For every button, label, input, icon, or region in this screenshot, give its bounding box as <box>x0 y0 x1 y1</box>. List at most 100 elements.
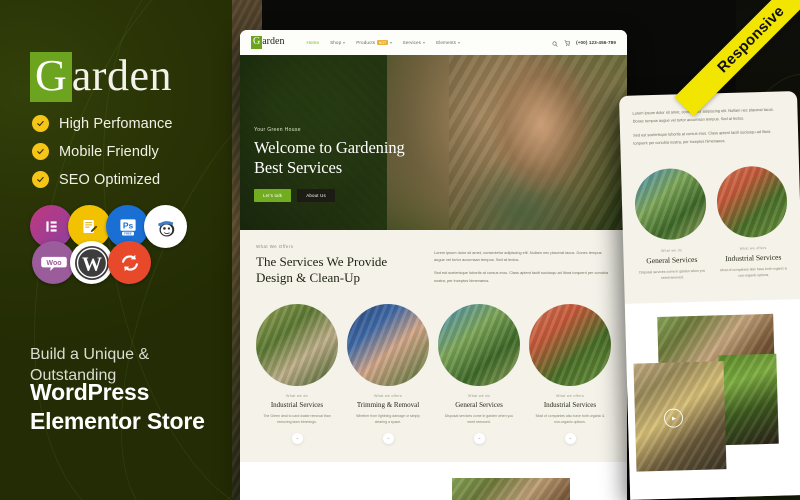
service-card[interactable]: What we offers Trimming & Removal Whethe… <box>347 303 429 444</box>
services-description-block: Lorem ipsum dolor sit amet, consectetur … <box>434 244 611 290</box>
service-card-list: What we do Industrial Services The Green… <box>256 303 611 444</box>
nav-phone-number[interactable]: (+00) 123-456-789 <box>576 40 616 45</box>
hero-content: Your Green House Welcome to Gardening Be… <box>254 127 405 202</box>
service-card[interactable]: What we offers Industrial Services Most … <box>529 303 611 444</box>
check-icon <box>32 115 49 132</box>
plugin-icon-row-2: Woo W <box>32 241 205 284</box>
promo-panel: G arden High Perfomance Mobile Friendly … <box>0 0 250 500</box>
site-logo-text: arden <box>262 36 285 47</box>
service-card-title: General Services <box>646 254 698 266</box>
logo-initial: G <box>30 52 72 102</box>
tablet-service-card[interactable]: What we offers Industrial Services Most … <box>715 165 790 280</box>
woocommerce-icon: Woo <box>32 241 75 284</box>
feature-label: High Perfomance <box>59 115 173 132</box>
nav-item-products[interactable]: Products HOT <box>356 40 392 45</box>
promo-title-line-2: Elementor Store <box>30 408 205 435</box>
arrow-right-icon[interactable]: → <box>473 432 485 444</box>
service-card[interactable]: What we do General Services Disposal ser… <box>438 303 520 444</box>
site-navbar: G arden Home Shop Products HOT Services … <box>240 30 627 55</box>
tagline-line-1: Build a Unique & <box>30 346 150 363</box>
service-card-desc: Whether from lightning damage or simply … <box>356 413 420 425</box>
service-thumbnail <box>715 165 788 239</box>
nav-utilities: (+00) 123-456-789 <box>552 34 616 52</box>
logo-text: arden <box>71 51 172 100</box>
nav-item-label: Products <box>356 40 376 45</box>
services-section: What We Offers The Services We Provide D… <box>240 230 627 462</box>
service-card-label: What we offers <box>555 393 585 398</box>
service-card[interactable]: What we do Industrial Services The Green… <box>256 303 338 444</box>
cart-icon[interactable] <box>564 34 571 52</box>
tablet-card-list: What we do General Services Disposal ser… <box>621 149 800 282</box>
nav-menu: Home Shop Products HOT Services Elements <box>306 40 461 45</box>
service-thumbnail <box>438 303 520 386</box>
tablet-mockup: Lorem ipsum dolor sit amet, consectetur … <box>619 91 800 500</box>
check-icon <box>32 143 49 160</box>
service-thumbnail <box>347 303 429 386</box>
services-title-line-2: Design & Clean-Up <box>256 270 360 286</box>
hero-title: Welcome to Gardening Best Services <box>254 138 405 178</box>
service-card-label: What we offers <box>373 393 403 398</box>
service-card-desc: Disposal services come in garden when yo… <box>639 268 706 281</box>
chevron-down-icon <box>389 41 392 44</box>
service-card-desc: Most of companies also have both organic… <box>720 266 788 279</box>
site-logo[interactable]: G arden <box>251 36 284 49</box>
chevron-down-icon <box>458 41 461 44</box>
tablet-gallery <box>624 298 800 500</box>
tablet-paragraph-1: Lorem ipsum dolor sit amet, consectetur … <box>632 106 774 124</box>
nav-item-home[interactable]: Home <box>306 40 319 45</box>
promo-title-line-1: WordPress <box>30 379 150 405</box>
promo-title: WordPress Elementor Store <box>30 378 205 437</box>
service-card-title: Industrial Services <box>270 400 324 409</box>
hero-banner: Your Green House Welcome to Gardening Be… <box>240 55 627 230</box>
service-card-title: Trimming & Removal <box>356 400 420 409</box>
svg-text:W: W <box>82 253 102 275</box>
nav-item-label: Home <box>306 40 320 45</box>
mailchimp-icon <box>144 205 187 248</box>
check-icon <box>32 171 49 188</box>
tablet-service-card[interactable]: What we do General Services Disposal ser… <box>634 168 708 282</box>
feature-item-mobile-friendly: Mobile Friendly <box>32 143 173 160</box>
bottom-photo <box>452 477 570 500</box>
arrow-right-icon[interactable]: → <box>564 432 576 444</box>
service-card-title: Industrial Services <box>543 400 597 409</box>
feature-item-high-performance: High Perfomance <box>32 115 173 132</box>
nav-item-label: Services <box>402 40 422 45</box>
auto-update-icon <box>108 241 151 284</box>
feature-item-seo-optimized: SEO Optimized <box>32 171 173 188</box>
wordpress-icon: W <box>70 241 113 284</box>
nav-item-shop[interactable]: Shop <box>330 40 346 45</box>
about-us-button[interactable]: About Us <box>297 188 335 202</box>
svg-text:Ps: Ps <box>122 220 133 230</box>
feature-label: Mobile Friendly <box>59 143 159 160</box>
service-card-label: What we do <box>468 393 490 398</box>
service-card-desc: Disposal services come in garden when yo… <box>444 413 514 425</box>
service-card-title: General Services <box>455 400 503 409</box>
nav-item-elements[interactable]: Elements <box>436 40 461 45</box>
tablet-paragraph-2: Sed est scelerisque lobortis at cursus e… <box>633 129 771 146</box>
svg-text:Woo: Woo <box>46 260 62 267</box>
service-card-label: What we do <box>661 248 683 253</box>
site-logo-initial: G <box>251 36 263 49</box>
search-icon[interactable] <box>552 34 558 52</box>
feature-list: High Perfomance Mobile Friendly SEO Opti… <box>32 115 173 188</box>
nav-item-label: Shop <box>330 40 342 45</box>
hero-title-line-2: Best Services <box>254 157 343 177</box>
arrow-right-icon[interactable]: → <box>291 432 303 444</box>
promo-logo: G arden <box>30 52 172 102</box>
service-card-desc: The Green deal to card waste removal tha… <box>263 413 331 425</box>
services-eyebrow: What We Offers <box>256 244 294 249</box>
plugin-icon-group: Ps FREE Woo W <box>30 205 205 284</box>
nav-item-services[interactable]: Services <box>402 40 426 45</box>
hero-button-group: Let's talk About Us <box>254 188 405 202</box>
service-card-title: Industrial Services <box>725 252 782 264</box>
chevron-down-icon <box>343 41 346 44</box>
service-thumbnail <box>256 303 338 386</box>
bottom-section <box>240 461 627 500</box>
services-paragraph-1: Lorem ipsum dolor sit amet, consectetur … <box>434 250 602 263</box>
feature-label: SEO Optimized <box>59 171 161 188</box>
services-paragraph-2: Sed est scelerisque lobortis at cursus e… <box>434 270 609 283</box>
arrow-right-icon[interactable]: → <box>382 432 394 444</box>
lets-talk-button[interactable]: Let's talk <box>254 188 292 202</box>
services-title: The Services We Provide Design & Clean-U… <box>256 254 416 287</box>
services-header: What We Offers The Services We Provide D… <box>256 244 611 290</box>
